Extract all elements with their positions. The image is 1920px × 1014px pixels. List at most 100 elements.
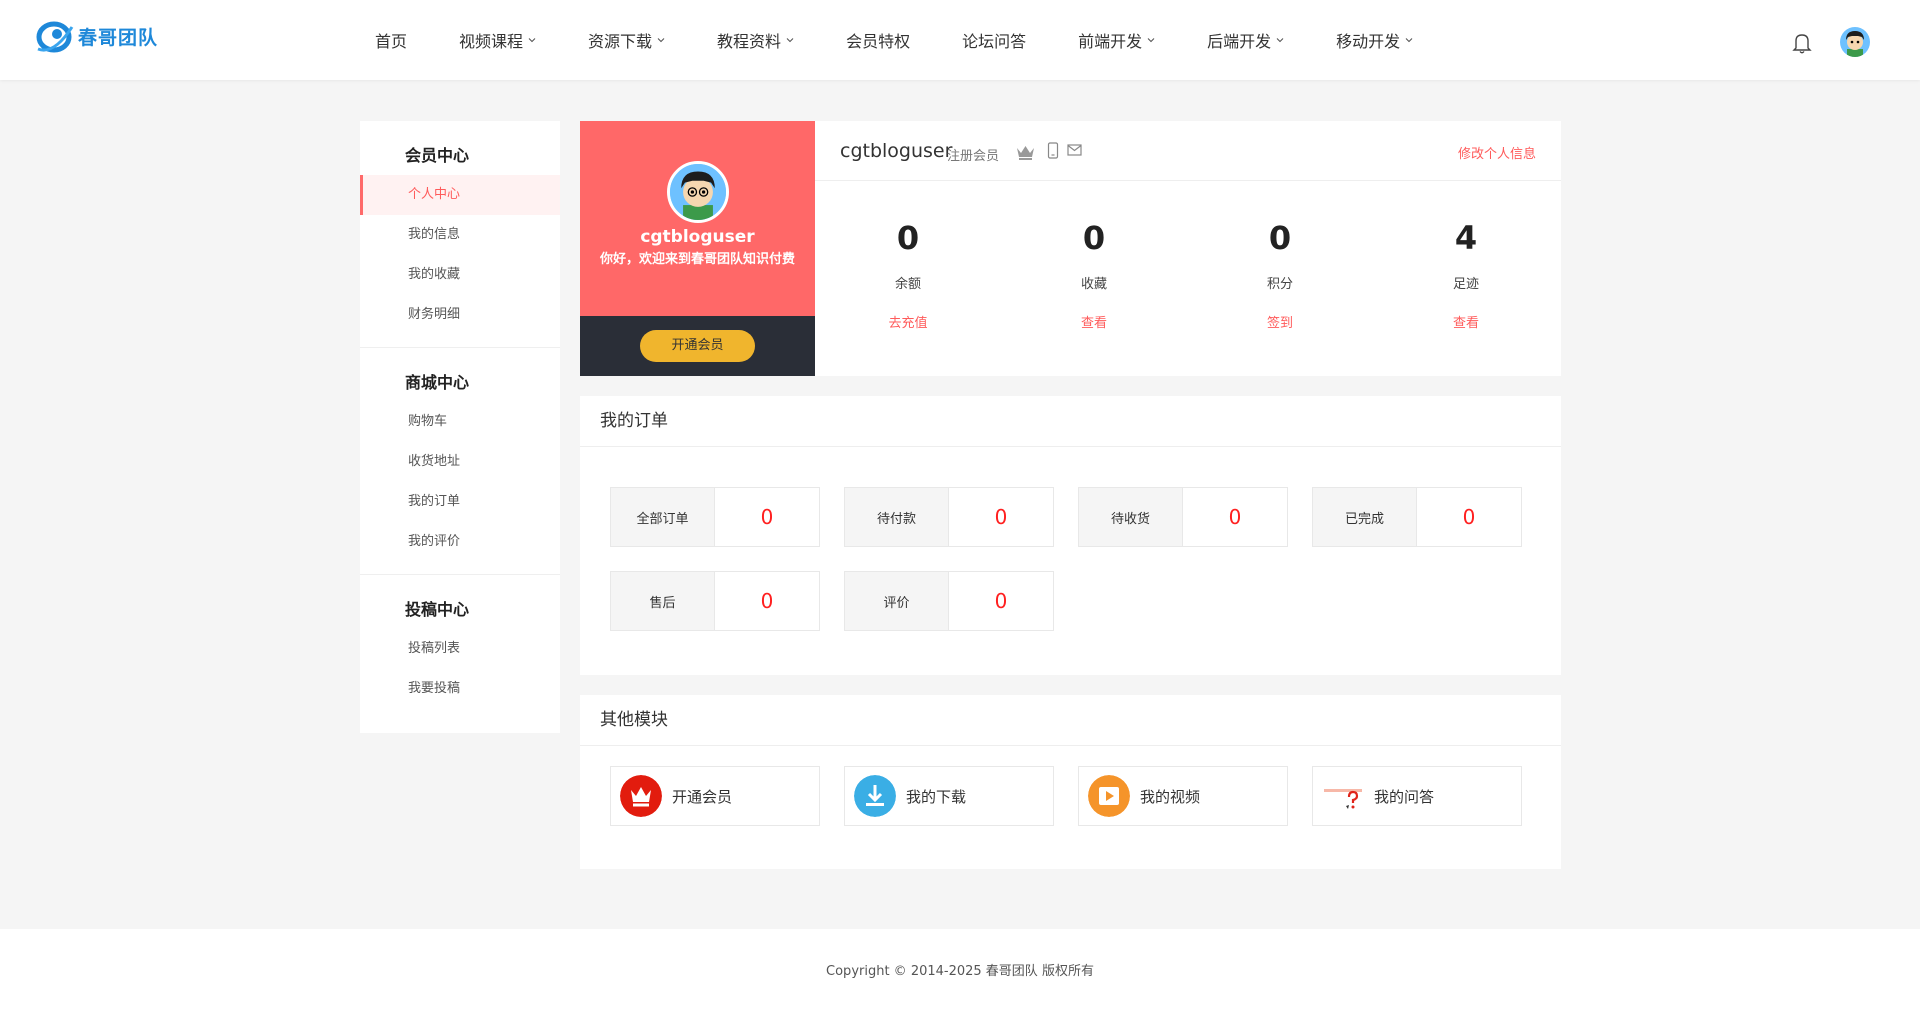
nav-item-tutorials[interactable]: 教程资料: [717, 28, 794, 52]
sidebar-item-my-info[interactable]: 我的信息: [360, 215, 560, 255]
stat-balance: 0 余额 去充值: [815, 181, 1001, 376]
avatar-icon: [670, 164, 726, 220]
nav-label: 首页: [375, 32, 408, 51]
nav-item-vip[interactable]: 会员特权: [846, 28, 910, 52]
module-label: 开通会员: [672, 787, 733, 806]
sidebar-item-submit[interactable]: 我要投稿: [360, 669, 560, 709]
stat-history: 4 足迹 查看: [1373, 181, 1559, 376]
logo-text: 春哥团队: [78, 26, 159, 49]
stat-label: 收藏: [1080, 277, 1107, 292]
sidebar-group-shop: 商城中心 购物车 收货地址 我的订单 我的评价: [360, 348, 560, 575]
nav-label: 教程资料: [717, 32, 782, 51]
recharge-link[interactable]: 去充值: [815, 312, 1001, 331]
module-label: 我的问答: [1374, 787, 1435, 806]
sidebar-item-reviews[interactable]: 我的评价: [360, 522, 560, 562]
order-label: 已完成: [1313, 488, 1417, 546]
member-role-badge: 注册会员: [947, 149, 1000, 164]
stat-value: 0: [1268, 219, 1292, 257]
profile-info-header: cgtbloguser 注册会员 修改个人信息: [815, 121, 1561, 181]
site-logo[interactable]: 春哥团队: [36, 18, 158, 54]
top-header: 春哥团队 首页 视频课程 资源下载 教程资料 会员特权 论坛问答 前端开发 后端…: [0, 0, 1920, 80]
edit-profile-link[interactable]: 修改个人信息: [1458, 143, 1536, 162]
order-pending-receipt[interactable]: 待收货 0: [1078, 487, 1288, 547]
nav-item-backend[interactable]: 后端开发: [1207, 28, 1284, 52]
nav-label: 移动开发: [1336, 32, 1401, 51]
view-history-link[interactable]: 查看: [1373, 312, 1559, 331]
sidebar-group-member: 会员中心 个人中心 我的信息 我的收藏 财务明细: [360, 121, 560, 348]
chevron-down-icon: [1405, 38, 1413, 43]
module-label: 我的视频: [1140, 787, 1201, 806]
nav-item-frontend[interactable]: 前端开发: [1078, 28, 1155, 52]
profile-stats: 0 余额 去充值 0 收藏 查看 0 积分 签到 4 足迹 查看: [815, 181, 1561, 376]
stat-label: 积分: [1266, 277, 1293, 292]
sidebar-item-favorites[interactable]: 我的收藏: [360, 255, 560, 295]
nav-label: 后端开发: [1207, 32, 1272, 51]
module-my-downloads[interactable]: 我的下载: [844, 766, 1054, 826]
sidebar-item-address[interactable]: 收货地址: [360, 442, 560, 482]
sidebar-item-cart[interactable]: 购物车: [360, 402, 560, 442]
open-vip-button[interactable]: 开通会员: [640, 330, 755, 362]
nav-item-downloads[interactable]: 资源下载: [588, 28, 665, 52]
sidebar: 会员中心 个人中心 我的信息 我的收藏 财务明细 商城中心 购物车 收货地址 我…: [360, 121, 560, 733]
nav-item-mobile[interactable]: 移动开发: [1336, 28, 1413, 52]
chevron-down-icon: [786, 38, 794, 43]
stat-favorites: 0 收藏 查看: [1001, 181, 1187, 376]
modules-panel: 其他模块 开通会员 我的下载 我的视频 我的问答: [580, 695, 1561, 869]
copyright-text: Copyright © 2014-2025 春哥团队 版权所有: [826, 964, 1094, 979]
sidebar-group-title: 商城中心: [405, 373, 470, 392]
order-label: 待付款: [845, 488, 949, 546]
nav-item-home[interactable]: 首页: [375, 28, 407, 52]
nav-item-forum[interactable]: 论坛问答: [962, 28, 1026, 52]
order-review[interactable]: 评价 0: [844, 571, 1054, 631]
sidebar-group-title: 会员中心: [405, 146, 470, 165]
profile-card: cgtbloguser 你好，欢迎来到春哥团队知识付费 开通会员: [580, 121, 815, 376]
play-icon: [1088, 775, 1130, 817]
crown-icon: [1017, 146, 1034, 160]
page-footer: Copyright © 2014-2025 春哥团队 版权所有: [0, 929, 1920, 1014]
order-count: 0: [994, 589, 1008, 613]
nav-label: 会员特权: [846, 32, 911, 51]
order-count: 0: [994, 505, 1008, 529]
order-pending-payment[interactable]: 待付款 0: [844, 487, 1054, 547]
user-avatar[interactable]: [1840, 27, 1870, 57]
profile-username-title: cgtbloguser: [840, 140, 953, 162]
module-label: 我的下载: [906, 787, 967, 806]
order-label: 全部订单: [611, 488, 715, 546]
order-count: 0: [760, 505, 774, 529]
sidebar-item-orders[interactable]: 我的订单: [360, 482, 560, 522]
logo-icon: [36, 21, 74, 53]
sidebar-item-submission-list[interactable]: 投稿列表: [360, 629, 560, 669]
stat-value: 4: [1454, 219, 1478, 257]
phone-icon[interactable]: [1047, 142, 1059, 159]
module-my-videos[interactable]: 我的视频: [1078, 766, 1288, 826]
order-count: 0: [1462, 505, 1476, 529]
module-open-vip[interactable]: 开通会员: [610, 766, 820, 826]
stat-value: 0: [1082, 219, 1106, 257]
order-after-sales[interactable]: 售后 0: [610, 571, 820, 631]
order-all[interactable]: 全部订单 0: [610, 487, 820, 547]
chevron-down-icon: [657, 38, 665, 43]
view-favorites-link[interactable]: 查看: [1001, 312, 1187, 331]
order-label: 评价: [845, 572, 949, 630]
crown-icon: [620, 775, 662, 817]
mail-icon[interactable]: [1067, 144, 1082, 156]
modules-title: 其他模块: [580, 695, 1561, 746]
bell-icon[interactable]: [1792, 32, 1812, 54]
download-icon: [854, 775, 896, 817]
orders-title: 我的订单: [580, 396, 1561, 447]
order-label: 售后: [611, 572, 715, 630]
nav-label: 视频课程: [459, 32, 524, 51]
order-count: 0: [760, 589, 774, 613]
question-icon: [1324, 789, 1362, 809]
check-in-link[interactable]: 签到: [1187, 312, 1373, 331]
profile-avatar[interactable]: [667, 161, 729, 223]
sidebar-group-title: 投稿中心: [405, 600, 470, 619]
chevron-down-icon: [1147, 38, 1155, 43]
order-count: 0: [1228, 505, 1242, 529]
module-my-qa[interactable]: 我的问答: [1312, 766, 1522, 826]
sidebar-item-finance[interactable]: 财务明细: [360, 295, 560, 335]
nav-item-video-courses[interactable]: 视频课程: [459, 28, 536, 52]
nav-label: 论坛问答: [962, 32, 1027, 51]
sidebar-item-personal-center[interactable]: 个人中心: [360, 175, 560, 215]
order-completed[interactable]: 已完成 0: [1312, 487, 1522, 547]
